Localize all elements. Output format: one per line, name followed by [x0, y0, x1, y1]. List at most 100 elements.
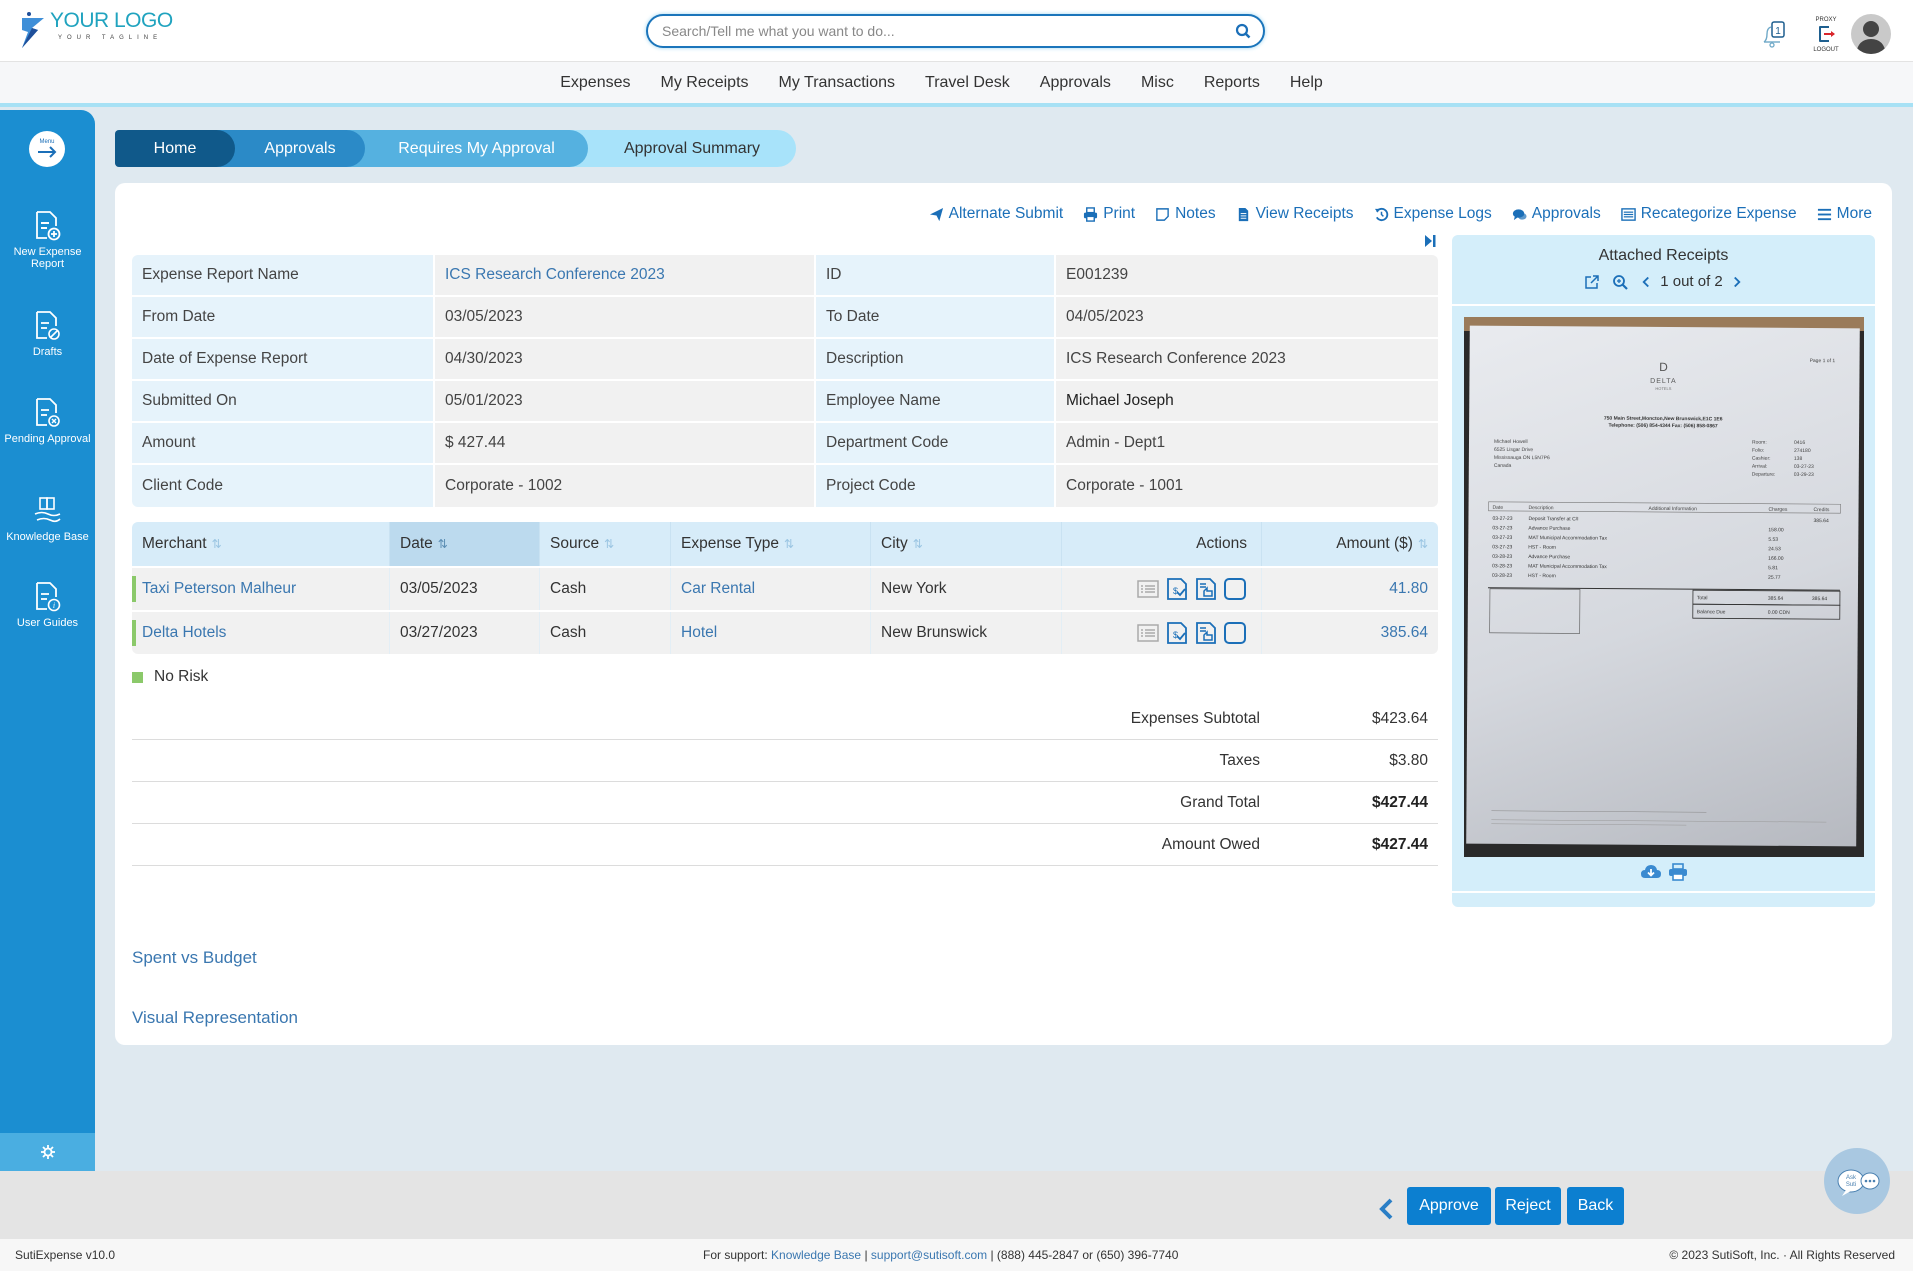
totals-label: Taxes — [1219, 751, 1261, 769]
expense-type-link[interactable]: Car Rental — [681, 580, 755, 598]
select-checkbox[interactable] — [1223, 577, 1247, 601]
notifications-button[interactable]: 1 — [1761, 20, 1787, 50]
more-button[interactable]: More — [1817, 205, 1872, 223]
merchant-link[interactable]: Delta Hotels — [142, 624, 226, 642]
pending-approval-icon — [35, 398, 60, 427]
bottom-action-bar: Approve Reject Back — [0, 1171, 1913, 1239]
expense-logs-button[interactable]: Expense Logs — [1374, 205, 1492, 223]
expense-type-link[interactable]: Hotel — [681, 624, 717, 642]
receipt-line-text: 03-27-23 — [1492, 544, 1512, 550]
previous-receipt-icon[interactable] — [1640, 274, 1652, 290]
nav-help[interactable]: Help — [1275, 74, 1338, 92]
svg-text:6525 Lisgar Drive: 6525 Lisgar Drive — [1494, 447, 1533, 453]
risk-legend-swatch — [132, 671, 143, 683]
knowledge-base-link[interactable]: Knowledge Base — [771, 1248, 861, 1262]
support-email-link[interactable]: support@sutisoft.com — [871, 1248, 987, 1262]
cloud-download-icon[interactable] — [1640, 863, 1662, 881]
column-header-expense-type[interactable]: Expense Type ⇅ — [671, 522, 871, 566]
sidebar-item-user-guides[interactable]: i User Guides — [0, 581, 95, 629]
recategorize-expense-button[interactable]: Recategorize Expense — [1620, 205, 1797, 223]
svg-text:HOTELS: HOTELS — [1655, 386, 1671, 391]
approve-button[interactable]: Approve — [1407, 1187, 1491, 1225]
svg-text:Date: Date — [1493, 505, 1504, 511]
info-label: Amount — [132, 423, 435, 463]
info-label: Submitted On — [132, 381, 435, 421]
company-logo[interactable]: YOUR LOGO YOUR TAGLINE — [18, 10, 173, 50]
footer: SutiExpense v10.0 For support: Knowledge… — [0, 1239, 1913, 1271]
select-checkbox[interactable] — [1223, 621, 1247, 645]
proxy-logout-button[interactable]: PROXY LOGOUT — [1809, 14, 1843, 54]
collapse-actions-icon[interactable] — [1378, 1197, 1394, 1221]
sidebar-item-pending-approval[interactable]: Pending Approval — [0, 397, 95, 445]
nav-misc[interactable]: Misc — [1126, 74, 1189, 92]
nav-my-transactions[interactable]: My Transactions — [764, 74, 910, 92]
ask-suti-chat-button[interactable]: Ask Suti — [1824, 1148, 1890, 1214]
search-icon[interactable] — [1235, 23, 1251, 39]
visual-representation-link[interactable]: Visual Representation — [132, 1008, 298, 1028]
receipt-image[interactable]: Page 1 of 1 D DELTA HOTELS 750 Main Stre… — [1464, 317, 1864, 857]
info-value: Admin - Dept1 — [1056, 423, 1438, 463]
column-header-amount[interactable]: Amount ($) ⇅ — [1262, 522, 1438, 566]
sidebar-item-drafts[interactable]: Drafts — [0, 310, 95, 358]
svg-text:Total: Total — [1697, 595, 1708, 601]
nav-my-receipts[interactable]: My Receipts — [646, 74, 764, 92]
column-header-date[interactable]: Date ⇅ — [390, 522, 540, 566]
svg-text:Arrival:: Arrival: — [1752, 464, 1768, 470]
zoom-in-icon[interactable] — [1612, 274, 1628, 290]
breadcrumb-home[interactable]: Home — [115, 130, 235, 167]
user-avatar[interactable] — [1851, 14, 1891, 54]
receipt-line-text: 03-27-23 — [1492, 535, 1512, 541]
notes-button[interactable]: Notes — [1155, 205, 1216, 223]
breadcrumb-requires-my-approval[interactable]: Requires My Approval — [340, 130, 588, 167]
approvals-button[interactable]: Approvals — [1512, 205, 1601, 223]
details-list-icon[interactable] — [1136, 621, 1160, 645]
receipt-line-text: HST - Room — [1528, 545, 1556, 551]
more-label: More — [1836, 205, 1872, 222]
view-receipts-button[interactable]: View Receipts — [1236, 205, 1354, 223]
spent-vs-budget-link[interactable]: Spent vs Budget — [132, 948, 257, 968]
totals-label: Amount Owed — [1161, 835, 1260, 853]
back-button[interactable]: Back — [1567, 1187, 1624, 1225]
receipt-line-text: MAT Municipal Accommodation Tax — [1528, 564, 1607, 571]
thumbs-up-document-icon[interactable] — [1194, 577, 1218, 601]
expense-report-name-link[interactable]: ICS Research Conference 2023 — [435, 255, 816, 295]
svg-text:Telephone: (506) 854-4344 Fax:: Telephone: (506) 854-4344 Fax: (506) 858… — [1609, 423, 1718, 430]
approve-expense-icon[interactable]: $ — [1165, 577, 1189, 601]
print-button[interactable]: Print — [1083, 205, 1135, 223]
alternate-submit-button[interactable]: Alternate Submit — [929, 205, 1063, 223]
receipt-controls: 1 out of 2 — [1452, 273, 1875, 290]
nav-travel-desk[interactable]: Travel Desk — [910, 74, 1025, 92]
menu-toggle-button[interactable]: Menu — [29, 131, 65, 167]
thumbs-up-document-icon[interactable] — [1194, 621, 1218, 645]
nav-approvals[interactable]: Approvals — [1025, 74, 1126, 92]
nav-reports[interactable]: Reports — [1189, 74, 1275, 92]
expense-type-cell: Hotel — [671, 612, 871, 654]
sidebar-item-label: User Guides — [16, 617, 79, 629]
receipt-line-text: 24.53 — [1768, 546, 1781, 552]
nav-expenses[interactable]: Expenses — [545, 74, 645, 92]
open-external-icon[interactable] — [1584, 274, 1600, 290]
receipt-line-text: MAT Municipal Accommodation Tax — [1528, 535, 1607, 542]
info-label: From Date — [132, 297, 435, 337]
sidebar-item-knowledge-base[interactable]: Knowledge Base — [0, 495, 95, 543]
details-list-icon[interactable] — [1136, 577, 1160, 601]
svg-text:Suti: Suti — [1846, 1182, 1856, 1188]
print-receipt-icon[interactable] — [1668, 863, 1688, 881]
settings-button[interactable] — [0, 1133, 95, 1171]
sidebar-item-new-expense-report[interactable]: New Expense Report — [0, 210, 95, 270]
column-header-city[interactable]: City ⇅ — [871, 522, 1062, 566]
collapse-panel-icon[interactable] — [1424, 234, 1436, 248]
sort-icon: ⇅ — [604, 537, 615, 551]
next-receipt-icon[interactable] — [1731, 274, 1743, 290]
column-header-source[interactable]: Source ⇅ — [540, 522, 671, 566]
receipt-paper: Page 1 of 1 D DELTA HOTELS 750 Main Stre… — [1466, 325, 1860, 847]
info-value: Corporate - 1002 — [435, 465, 816, 507]
info-value: 04/05/2023 — [1056, 297, 1438, 337]
info-label: Description — [816, 339, 1056, 379]
merchant-link[interactable]: Taxi Peterson Malheur — [142, 580, 296, 598]
column-header-merchant[interactable]: Merchant ⇅ — [132, 522, 390, 566]
approve-expense-icon[interactable]: $ — [1165, 621, 1189, 645]
search-input[interactable] — [662, 16, 1222, 46]
reject-button[interactable]: Reject — [1495, 1187, 1561, 1225]
breadcrumb-approval-summary: Approval Summary — [563, 130, 796, 167]
